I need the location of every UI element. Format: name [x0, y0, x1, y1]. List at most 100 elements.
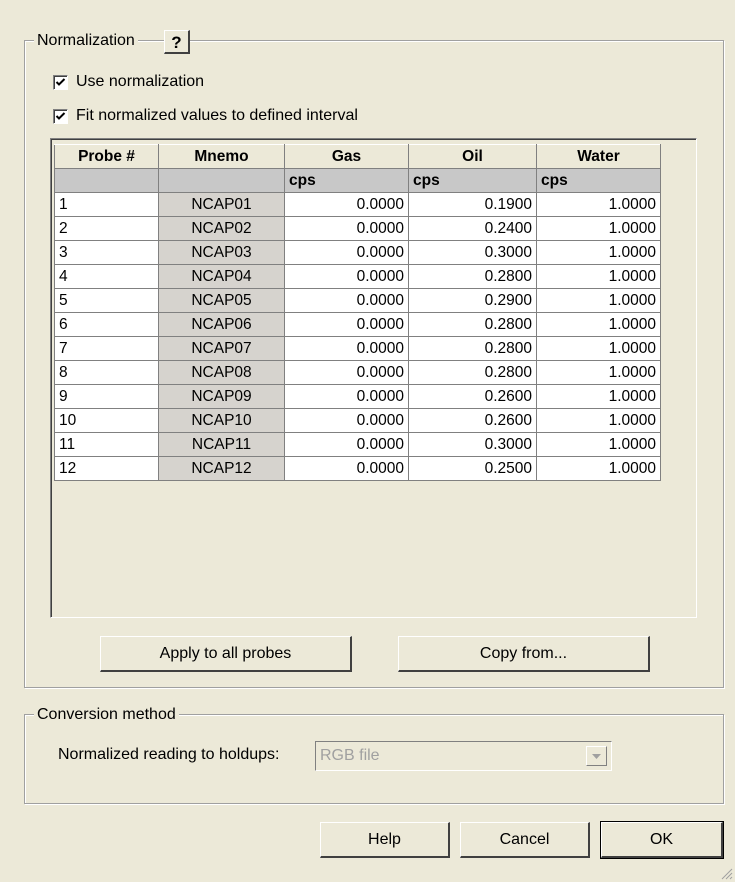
value-cell[interactable]: 0.0000 [284, 360, 409, 385]
value-cell[interactable]: 0.2600 [408, 408, 537, 433]
value-cell[interactable]: 0.2600 [408, 384, 537, 409]
probe-grid[interactable]: Probe # Mnemo Gas Oil Water cps cps cps 1 NCAP01 0… [50, 138, 697, 618]
conversion-title: Conversion method [34, 706, 179, 724]
value-cell[interactable]: 1.0000 [536, 432, 661, 457]
value-cell[interactable]: 1.0000 [536, 408, 661, 433]
mnemo-cell: NCAP07 [158, 336, 285, 361]
value-cell[interactable]: 1.0000 [536, 312, 661, 337]
probe-number-cell: 8 [54, 360, 159, 385]
mnemo-cell: NCAP05 [158, 288, 285, 313]
table-header-row: Probe # Mnemo Gas Oil Water [54, 144, 661, 169]
mnemo-cell: NCAP03 [158, 240, 285, 265]
ok-button[interactable]: OK [600, 821, 724, 859]
mnemo-cell: NCAP01 [158, 192, 285, 217]
value-cell[interactable]: 1.0000 [536, 216, 661, 241]
value-cell[interactable]: 0.0000 [284, 240, 409, 265]
column-header[interactable]: Water [536, 144, 661, 169]
column-header[interactable]: Oil [408, 144, 537, 169]
value-cell[interactable]: 1.0000 [536, 336, 661, 361]
help-button[interactable]: Help [320, 822, 450, 858]
value-cell[interactable]: 1.0000 [536, 384, 661, 409]
holdups-select[interactable]: RGB file [315, 741, 612, 771]
column-header[interactable]: Gas [284, 144, 409, 169]
table-row: 2 NCAP02 0.0000 0.2400 1.0000 [54, 216, 661, 241]
normalization-help-button[interactable]: ? [164, 30, 190, 54]
value-cell[interactable]: 0.0000 [284, 456, 409, 481]
cancel-button[interactable]: Cancel [460, 822, 590, 858]
normalization-title: Normalization [34, 32, 138, 50]
value-cell[interactable]: 0.0000 [284, 264, 409, 289]
probe-number-cell: 2 [54, 216, 159, 241]
table-row: 5 NCAP05 0.0000 0.2900 1.0000 [54, 288, 661, 313]
probe-table: Probe # Mnemo Gas Oil Water cps cps cps 1 NCAP01 0… [54, 144, 661, 481]
value-cell[interactable]: 0.3000 [408, 432, 537, 457]
dropdown-arrow-icon[interactable] [586, 746, 607, 766]
value-cell[interactable]: 0.2800 [408, 312, 537, 337]
use-normalization-checkbox[interactable] [53, 74, 68, 90]
mnemo-cell: NCAP04 [158, 264, 285, 289]
checkmark-icon [55, 77, 66, 86]
probe-number-cell: 7 [54, 336, 159, 361]
unit-cell: cps [536, 168, 661, 193]
table-row: 1 NCAP01 0.0000 0.1900 1.0000 [54, 192, 661, 217]
value-cell[interactable]: 0.2900 [408, 288, 537, 313]
value-cell[interactable]: 0.0000 [284, 408, 409, 433]
probe-number-cell: 4 [54, 264, 159, 289]
value-cell[interactable]: 0.2800 [408, 264, 537, 289]
table-row: 3 NCAP03 0.0000 0.3000 1.0000 [54, 240, 661, 265]
table-row: 6 NCAP06 0.0000 0.2800 1.0000 [54, 312, 661, 337]
value-cell[interactable]: 1.0000 [536, 288, 661, 313]
probe-number-cell: 10 [54, 408, 159, 433]
value-cell[interactable]: 0.2500 [408, 456, 537, 481]
apply-to-all-probes-button[interactable]: Apply to all probes [100, 636, 352, 672]
value-cell[interactable]: 0.0000 [284, 336, 409, 361]
value-cell[interactable]: 0.0000 [284, 312, 409, 337]
value-cell[interactable]: 0.0000 [284, 216, 409, 241]
holdups-value: RGB file [320, 747, 380, 764]
use-normalization-label: Use normalization [76, 73, 205, 90]
unit-cell [158, 168, 285, 193]
unit-cell [54, 168, 159, 193]
mnemo-cell: NCAP02 [158, 216, 285, 241]
copy-from-button[interactable]: Copy from... [398, 636, 650, 672]
probe-number-cell: 3 [54, 240, 159, 265]
mnemo-cell: NCAP12 [158, 456, 285, 481]
checkmark-icon [55, 111, 66, 120]
value-cell[interactable]: 1.0000 [536, 192, 661, 217]
fit-interval-row[interactable]: Fit normalized values to defined interva… [53, 106, 358, 126]
value-cell[interactable]: 0.2800 [408, 336, 537, 361]
table-row: 11 NCAP11 0.0000 0.3000 1.0000 [54, 432, 661, 457]
value-cell[interactable]: 1.0000 [536, 264, 661, 289]
fit-interval-checkbox[interactable] [53, 108, 68, 124]
table-row: 4 NCAP04 0.0000 0.2800 1.0000 [54, 264, 661, 289]
column-header[interactable]: Probe # [54, 144, 159, 169]
table-row: 7 NCAP07 0.0000 0.2800 1.0000 [54, 336, 661, 361]
column-header[interactable]: Mnemo [158, 144, 285, 169]
unit-cell: cps [284, 168, 409, 193]
value-cell[interactable]: 1.0000 [536, 240, 661, 265]
resize-grip-icon[interactable] [719, 866, 733, 880]
mnemo-cell: NCAP11 [158, 432, 285, 457]
mnemo-cell: NCAP10 [158, 408, 285, 433]
value-cell[interactable]: 0.0000 [284, 288, 409, 313]
value-cell[interactable]: 0.1900 [408, 192, 537, 217]
value-cell[interactable]: 1.0000 [536, 360, 661, 385]
value-cell[interactable]: 0.0000 [284, 192, 409, 217]
table-row: 12 NCAP12 0.0000 0.2500 1.0000 [54, 456, 661, 481]
use-normalization-row[interactable]: Use normalization [53, 72, 204, 92]
probe-number-cell: 11 [54, 432, 159, 457]
probe-number-cell: 9 [54, 384, 159, 409]
mnemo-cell: NCAP08 [158, 360, 285, 385]
value-cell[interactable]: 0.3000 [408, 240, 537, 265]
table-row: 8 NCAP08 0.0000 0.2800 1.0000 [54, 360, 661, 385]
value-cell[interactable]: 0.2800 [408, 360, 537, 385]
probe-number-cell: 5 [54, 288, 159, 313]
probe-number-cell: 6 [54, 312, 159, 337]
mnemo-cell: NCAP09 [158, 384, 285, 409]
value-cell[interactable]: 0.0000 [284, 432, 409, 457]
value-cell[interactable]: 0.0000 [284, 384, 409, 409]
value-cell[interactable]: 0.2400 [408, 216, 537, 241]
table-row: 9 NCAP09 0.0000 0.2600 1.0000 [54, 384, 661, 409]
unit-cell: cps [408, 168, 537, 193]
value-cell[interactable]: 1.0000 [536, 456, 661, 481]
